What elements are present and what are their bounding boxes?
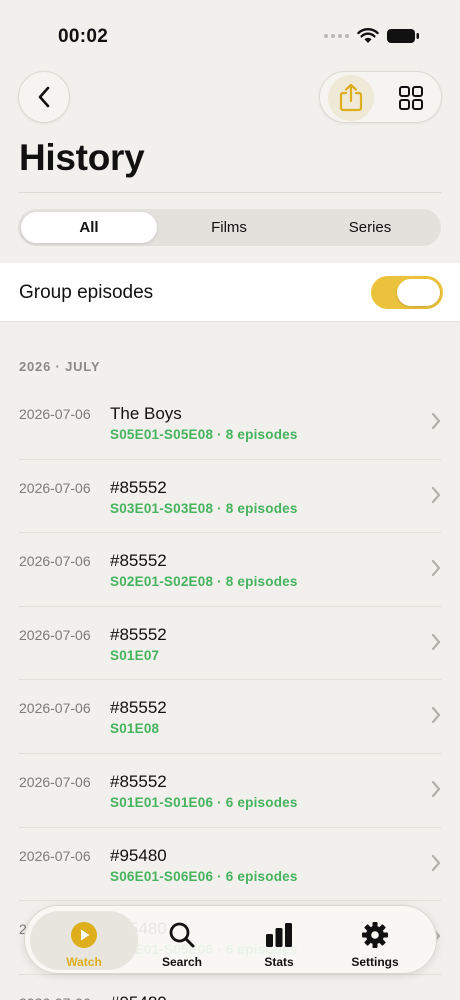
divider (19, 192, 441, 193)
history-row[interactable]: 2026-07-06 #85552 S02E01-S02E08 · 8 episod… (19, 533, 441, 607)
history-row[interactable]: 2026-07-06 #85552 S01E01-S01E06 · 6 episod… (19, 754, 441, 828)
row-title: The Boys (110, 404, 182, 423)
row-episodes: S06E01-S06E06 · 6 episodes (110, 868, 298, 884)
tab-stats[interactable]: Stats (225, 911, 333, 970)
tab-search[interactable]: Search (128, 911, 236, 970)
row-episodes: S03E01-S03E08 · 8 episodes (110, 500, 298, 516)
tab-settings-label: Settings (351, 955, 399, 969)
tab-stats-label: Stats (264, 955, 294, 969)
group-episodes-toggle[interactable] (371, 276, 443, 309)
history-row[interactable]: 2026-07-06 The Boys S05E01-S05E08 · 8 epis… (19, 386, 441, 460)
row-title: #85552 (110, 698, 167, 718)
tab-bar: Watch Search Stats Settings (24, 905, 437, 974)
row-date: 2026-07-06 (19, 773, 91, 790)
grid-icon (399, 86, 423, 110)
grid-view-button[interactable] (397, 84, 425, 112)
share-icon (339, 83, 363, 112)
toggle-knob (397, 279, 440, 306)
filter-segmented-control: All Films Series (18, 209, 441, 246)
chevron-right-icon (431, 486, 441, 503)
history-row[interactable]: 2026-07-06 #95480 S06E01-S06E06 · 6 episod… (19, 828, 441, 902)
tab-watch-label: Watch (66, 955, 102, 969)
row-episodes: S02E01-S02E08 · 8 episodes (110, 574, 298, 590)
search-icon (169, 922, 195, 948)
row-date: 2026-07-06 (19, 700, 91, 717)
status-indicators (324, 28, 420, 44)
row-episodes: S01E07 (110, 647, 160, 663)
history-row[interactable]: 2026-07-06 #95480 (19, 975, 441, 1000)
row-episodes: S01E08 (110, 721, 160, 737)
play-circle-icon (71, 922, 97, 948)
section-header: 2026 · JULY (19, 359, 101, 374)
chevron-right-icon (431, 780, 441, 798)
gear-icon (362, 922, 388, 948)
row-episodes: S05E01-S05E08 · 8 episodes (110, 427, 298, 442)
row-title: #85552 (110, 551, 167, 571)
chevron-right-icon (431, 633, 441, 650)
row-date: 2026-07-06 (19, 406, 91, 422)
chevron-left-icon (38, 86, 50, 108)
row-title: #85552 (110, 624, 167, 644)
tab-series[interactable]: Series (302, 212, 438, 243)
tab-search-label: Search (161, 955, 203, 969)
row-title: #85552 (110, 771, 167, 791)
chevron-right-icon (431, 854, 441, 871)
row-date: 2026-07-06 (19, 847, 91, 864)
tab-all[interactable]: All (21, 212, 157, 243)
row-date: 2026-07-06 (19, 626, 91, 643)
row-date: 2026-07-06 (19, 553, 91, 570)
share-button[interactable] (328, 75, 374, 121)
chevron-right-icon (431, 707, 441, 724)
bar-chart-icon (266, 923, 292, 947)
group-episodes-label: Group episodes (19, 282, 154, 303)
row-title: #95480 (110, 845, 167, 865)
group-episodes-row: Group episodes (0, 263, 460, 322)
page-title: History (19, 137, 145, 178)
wifi-icon (357, 28, 379, 43)
history-row[interactable]: 2026-07-06 #85552 S03E01-S03E08 · 8 episod… (19, 460, 441, 534)
row-date: 2026-07-06 (19, 479, 91, 496)
header-actions (319, 71, 442, 123)
row-title: #85552 (110, 477, 167, 497)
chevron-right-icon (431, 412, 441, 430)
tab-watch[interactable]: Watch (30, 911, 138, 970)
tab-settings[interactable]: Settings (321, 911, 429, 970)
signal-dots-icon (324, 34, 349, 38)
chevron-right-icon (431, 560, 441, 577)
row-title: #95480 (110, 993, 167, 1000)
row-episodes: S01E01-S01E06 · 6 episodes (110, 794, 298, 810)
row-date: 2026-07-06 (19, 995, 91, 1000)
back-button[interactable] (18, 71, 70, 123)
battery-icon (387, 29, 419, 43)
history-row[interactable]: 2026-07-06 #85552 S01E08 (19, 680, 441, 754)
status-bar: 00:02 (0, 0, 460, 70)
history-row[interactable]: 2026-07-06 #85552 S01E07 (19, 607, 441, 681)
tab-films[interactable]: Films (161, 212, 297, 243)
status-time: 00:02 (58, 26, 109, 47)
